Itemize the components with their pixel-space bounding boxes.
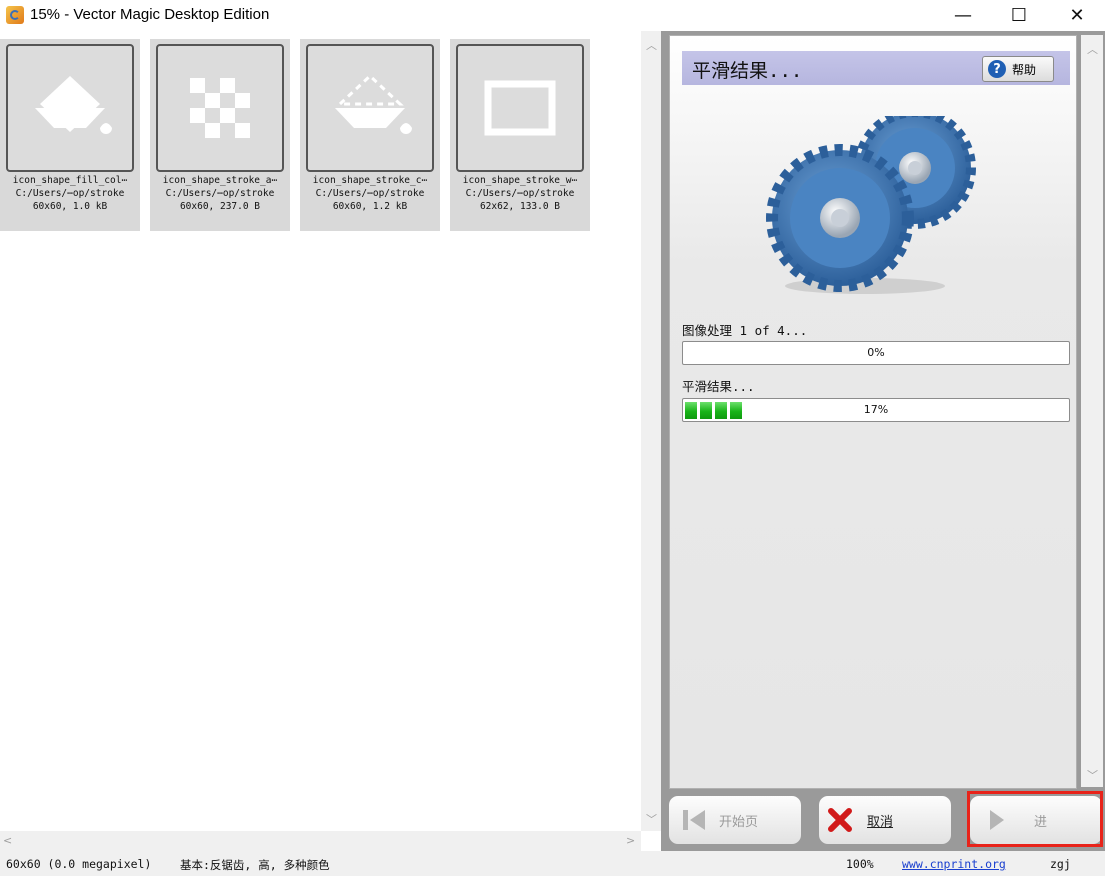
paint-bucket-dashed-icon <box>335 73 412 134</box>
status-zoom: 100% <box>846 857 874 871</box>
help-button-label: 帮助 <box>1012 62 1037 77</box>
skip-back-icon <box>683 810 705 830</box>
thumbnail-item[interactable]: icon_shape_stroke_w⋯ C:/Users/⋯op/stroke… <box>450 39 590 231</box>
thumbnail-item[interactable]: icon_shape_stroke_c⋯ C:/Users/⋯op/stroke… <box>300 39 440 231</box>
status-user: zgj <box>1050 857 1071 871</box>
play-next-icon <box>990 810 1004 830</box>
panel-scroll-up-icon[interactable]: ︿ <box>1087 41 1098 57</box>
panel-vertical-scrollbar[interactable]: ︿ ﹀ <box>1081 35 1103 787</box>
thumbnail-name: icon_shape_stroke_c⋯ <box>312 175 428 186</box>
smooth-progress-bar: 17% <box>682 398 1070 422</box>
panel-scroll-down-icon[interactable]: ﹀ <box>1087 767 1098 783</box>
window-title: 15% - Vector Magic Desktop Edition <box>30 6 270 23</box>
cancel-button[interactable]: 取消 <box>818 795 952 845</box>
thumbnail-name: icon_shape_stroke_a⋯ <box>162 175 278 186</box>
thumbnail-horizontal-scrollbar[interactable]: < > <box>0 831 641 851</box>
maximize-button[interactable]: ☐ <box>990 0 1048 31</box>
start-page-button[interactable]: 开始页 <box>668 795 802 845</box>
next-label: 进 <box>1034 814 1048 830</box>
rectangle-outline-icon <box>484 80 556 136</box>
scroll-left-arrow-icon[interactable]: < <box>3 834 12 847</box>
cancel-label: 取消 <box>867 814 894 830</box>
thumbnail-info: 60x60, 237.0 B <box>179 201 261 212</box>
thumbnail-item[interactable]: icon_shape_stroke_a⋯ C:/Users/⋯op/stroke… <box>150 39 290 231</box>
scroll-down-arrow-icon[interactable]: ﹀ <box>646 811 657 827</box>
start-page-label: 开始页 <box>719 814 759 830</box>
checkerboard-icon <box>190 78 250 138</box>
thumbnail-info: 62x62, 133.0 B <box>479 201 561 212</box>
image-progress-bar: 0% <box>682 341 1070 365</box>
thumbnail-name: icon_shape_fill_col⋯ <box>12 175 128 186</box>
website-link[interactable]: www.cnprint.org <box>902 857 1006 871</box>
gears-icon <box>766 116 976 294</box>
progress-panel: 平滑结果... ? 帮助 图像处理 1 of 4... 0% 平滑结果... 1… <box>669 35 1077 789</box>
thumbnail-frame <box>156 44 284 172</box>
smooth-progress-percent: 17% <box>863 403 889 416</box>
thumbnail-path: C:/Users/⋯op/stroke <box>465 188 575 199</box>
thumbnail-item[interactable]: icon_shape_fill_col⋯ C:/Users/⋯op/stroke… <box>0 39 140 231</box>
image-progress-percent: 0% <box>867 346 885 359</box>
panel-header: 平滑结果... ? 帮助 <box>682 51 1070 85</box>
close-button[interactable]: ✕ <box>1048 0 1105 31</box>
thumbnail-pane: icon_shape_fill_col⋯ C:/Users/⋯op/stroke… <box>0 31 641 831</box>
smooth-progress-label: 平滑结果... <box>682 379 755 394</box>
thumbnail-path: C:/Users/⋯op/stroke <box>165 188 275 199</box>
thumbnail-name: icon_shape_stroke_w⋯ <box>462 175 578 186</box>
minimize-button[interactable]: — <box>934 0 992 31</box>
thumbnail-info: 60x60, 1.0 kB <box>32 201 108 212</box>
status-bar: 60x60 (0.0 megapixel) 基本:反锯齿, 高, 多种颜色 10… <box>0 851 1105 876</box>
thumbnail-frame <box>306 44 434 172</box>
status-image-info: 60x60 (0.0 megapixel) <box>6 857 152 871</box>
thumbnail-frame <box>6 44 134 172</box>
image-progress-label: 图像处理 1 of 4... <box>682 323 808 338</box>
status-settings: 基本:反锯齿, 高, 多种颜色 <box>180 858 330 872</box>
panel-heading: 平滑结果... <box>692 60 803 82</box>
help-question-icon: ? <box>988 60 1006 78</box>
scroll-up-arrow-icon[interactable]: ︿ <box>646 37 657 53</box>
thumbnail-path: C:/Users/⋯op/stroke <box>15 188 125 199</box>
paint-bucket-fill-icon <box>35 76 112 134</box>
wizard-pane: 平滑结果... ? 帮助 图像处理 1 of 4... 0% 平滑结果... 1… <box>661 31 1105 851</box>
next-button[interactable]: 进 <box>969 795 1103 845</box>
red-x-icon <box>828 808 852 832</box>
vector-magic-app-icon <box>6 6 24 24</box>
thumbnail-frame <box>456 44 584 172</box>
scroll-right-arrow-icon[interactable]: > <box>626 834 635 847</box>
title-bar: 15% - Vector Magic Desktop Edition — ☐ ✕ <box>0 0 1105 31</box>
thumbnail-info: 60x60, 1.2 kB <box>332 201 408 212</box>
help-button[interactable]: ? 帮助 <box>982 56 1054 82</box>
thumbnail-path: C:/Users/⋯op/stroke <box>315 188 425 199</box>
thumbnail-vertical-scrollbar[interactable]: ︿ ﹀ <box>641 31 661 831</box>
